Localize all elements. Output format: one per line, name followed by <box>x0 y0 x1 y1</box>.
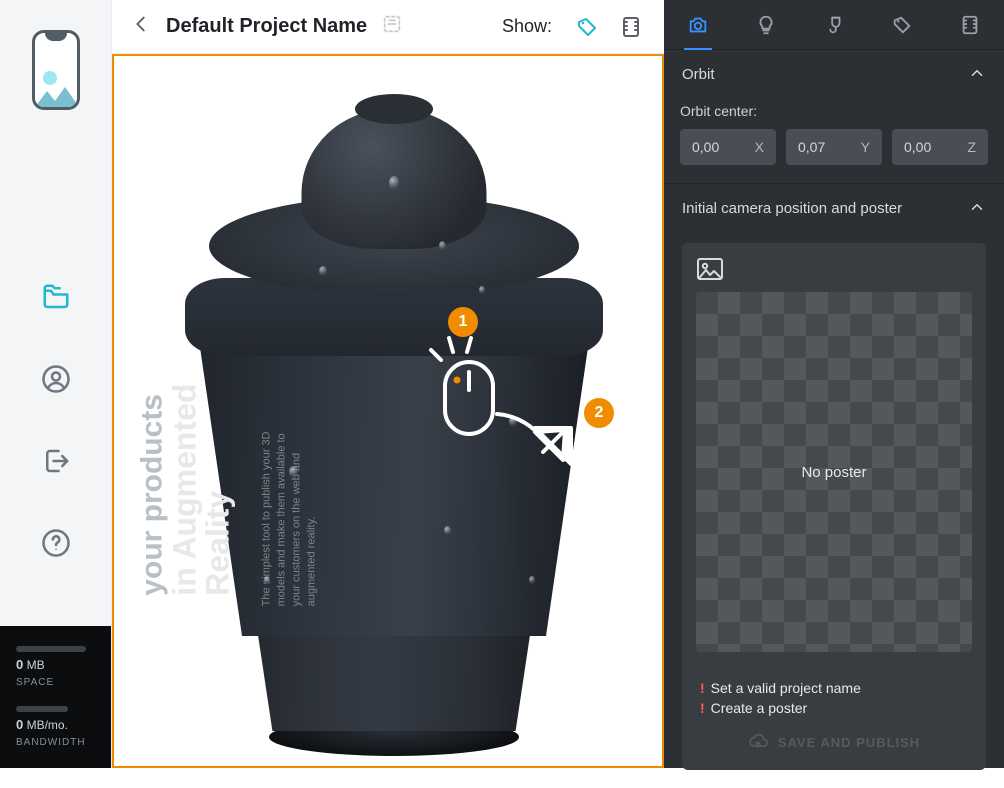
alert-create-poster: !Create a poster <box>700 700 968 716</box>
orbit-x-input[interactable]: 0,00X <box>680 129 776 165</box>
sleeve-headline: your products in Augmented Reality <box>136 384 235 596</box>
orbit-hint-icon <box>427 336 597 501</box>
edit-title-icon[interactable] <box>381 13 403 40</box>
orbit-center-label: Orbit center: <box>680 103 988 119</box>
section-orbit: Orbit Orbit center: 0,00X 0,07Y 0,00Z <box>664 50 1004 184</box>
show-label: Show: <box>502 16 552 37</box>
viewport-canvas[interactable]: your products in Augmented Reality The s… <box>112 54 664 768</box>
tab-materials-icon[interactable] <box>812 0 856 50</box>
image-placeholder-icon[interactable] <box>696 257 972 284</box>
sidebar-usage-footer: 0 MB SPACE 0 MB/mo. BANDWIDTH <box>0 626 111 768</box>
space-label: SPACE <box>16 677 95 688</box>
back-icon[interactable] <box>130 13 152 40</box>
project-title[interactable]: Default Project Name <box>166 15 367 38</box>
poster-card: No poster !Set a valid project name !Cre… <box>682 243 986 770</box>
tab-camera-icon[interactable] <box>676 0 720 50</box>
orbit-y-input[interactable]: 0,07Y <box>786 129 882 165</box>
space-value: 0 <box>16 657 23 672</box>
app-sidebar: 0 MB SPACE 0 MB/mo. BANDWIDTH <box>0 0 112 768</box>
user-circle-icon[interactable] <box>39 362 73 396</box>
alert-project-name: !Set a valid project name <box>700 680 968 696</box>
section-camera-title: Initial camera position and poster <box>682 200 902 217</box>
section-camera-header[interactable]: Initial camera position and poster <box>664 184 1004 233</box>
top-bar: Default Project Name Show: <box>112 0 664 54</box>
poster-dropzone[interactable]: No poster <box>696 292 972 652</box>
inspector-panel: Orbit Orbit center: 0,00X 0,07Y 0,00Z In… <box>664 0 1004 768</box>
bandwidth-label: BANDWIDTH <box>16 737 95 748</box>
space-unit: MB <box>27 658 45 672</box>
logout-icon[interactable] <box>39 444 73 478</box>
save-and-publish-label: SAVE AND PUBLISH <box>778 735 920 750</box>
section-orbit-title: Orbit <box>682 66 715 83</box>
tab-dimensions-icon[interactable] <box>948 0 992 50</box>
section-camera: Initial camera position and poster No po… <box>664 184 1004 788</box>
toggle-tags-icon[interactable] <box>572 12 602 42</box>
help-icon[interactable] <box>39 526 73 560</box>
chevron-up-icon <box>968 198 986 219</box>
toggle-dimensions-icon[interactable] <box>616 12 646 42</box>
device-preview-phone[interactable] <box>32 30 80 110</box>
tab-hotspots-icon[interactable] <box>880 0 924 50</box>
save-and-publish-button[interactable]: SAVE AND PUBLISH <box>696 732 972 752</box>
chevron-up-icon <box>968 64 986 85</box>
bandwidth-unit: MB/mo. <box>27 718 68 732</box>
hint-badge-2: 2 <box>584 398 614 428</box>
bandwidth-value: 0 <box>16 717 23 732</box>
inspector-tabs <box>664 0 1004 50</box>
poster-empty-text: No poster <box>801 464 866 481</box>
folder-open-icon[interactable] <box>39 280 73 314</box>
hint-badge-1: 1 <box>448 307 478 337</box>
section-orbit-header[interactable]: Orbit <box>664 50 1004 99</box>
tab-lighting-icon[interactable] <box>744 0 788 50</box>
orbit-z-input[interactable]: 0,00Z <box>892 129 988 165</box>
